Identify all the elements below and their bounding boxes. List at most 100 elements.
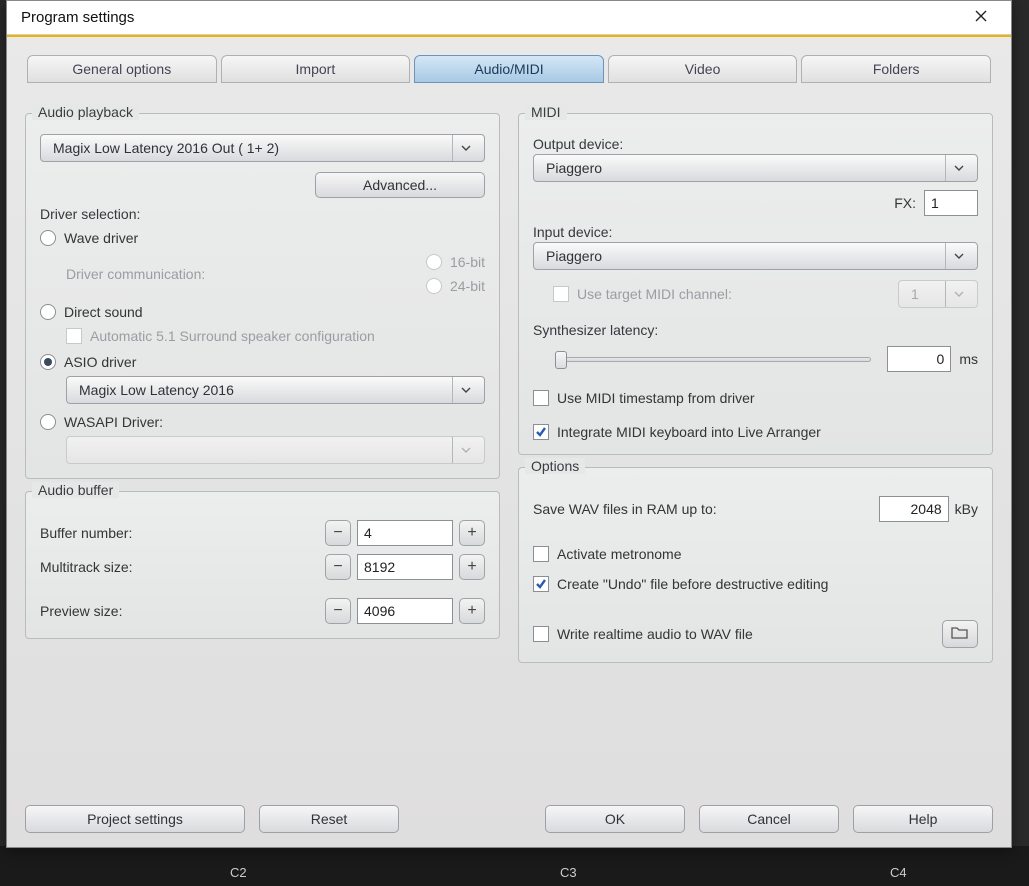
asio-device-dropdown[interactable]: Magix Low Latency 2016: [66, 376, 485, 404]
radio-24bit: [426, 278, 442, 294]
cancel-button[interactable]: Cancel: [699, 805, 839, 833]
group-audio-playback: Audio playback Magix Low Latency 2016 Ou…: [25, 113, 500, 479]
bit16-label: 16-bit: [450, 254, 485, 270]
synth-latency-slider[interactable]: [555, 352, 871, 366]
legend-audio-playback: Audio playback: [32, 104, 139, 120]
undo-file-label: Create "Undo" file before destructive ed…: [557, 576, 828, 592]
playback-output-value: Magix Low Latency 2016 Out ( 1+ 2): [53, 140, 279, 156]
legend-midi: MIDI: [525, 104, 567, 120]
group-options: Options Save WAV files in RAM up to: kBy…: [518, 467, 993, 663]
background-piano-strip: C2 C3 C4: [0, 846, 1029, 886]
tab-video[interactable]: Video: [608, 55, 798, 83]
reset-label: Reset: [311, 811, 348, 827]
preview-input[interactable]: [357, 598, 453, 624]
group-midi: MIDI Output device: Piaggero FX: Input d…: [518, 113, 993, 455]
tab-general[interactable]: General options: [27, 55, 217, 83]
note-c3: C3: [560, 865, 577, 880]
midi-output-value: Piaggero: [546, 160, 602, 176]
synth-latency-input[interactable]: [887, 346, 951, 372]
note-c2: C2: [230, 865, 247, 880]
integrate-keyboard-label: Integrate MIDI keyboard into Live Arrang…: [557, 424, 821, 440]
asio-driver-label: ASIO driver: [64, 354, 136, 370]
multitrack-label: Multitrack size:: [40, 559, 133, 575]
plus-icon: +: [467, 558, 476, 576]
auto51-label: Automatic 5.1 Surround speaker configura…: [90, 328, 375, 344]
check-undo-file[interactable]: [533, 576, 549, 592]
client-area: General options Import Audio/MIDI Video …: [7, 35, 1011, 847]
folder-icon: [951, 625, 969, 644]
minus-icon: −: [333, 524, 342, 542]
slider-thumb-icon: [555, 351, 567, 369]
multitrack-plus[interactable]: +: [459, 554, 485, 580]
bit24-label: 24-bit: [450, 278, 485, 294]
tab-bar: General options Import Audio/MIDI Video …: [7, 37, 1011, 83]
buffer-number-minus[interactable]: −: [325, 520, 351, 546]
reset-button[interactable]: Reset: [259, 805, 399, 833]
buffer-number-plus[interactable]: +: [459, 520, 485, 546]
buffer-number-label: Buffer number:: [40, 525, 132, 541]
note-c4: C4: [890, 865, 907, 880]
check-write-realtime[interactable]: [533, 626, 549, 642]
preview-minus[interactable]: −: [325, 598, 351, 624]
radio-direct-sound[interactable]: [40, 304, 56, 320]
radio-wave-driver[interactable]: [40, 230, 56, 246]
advanced-button[interactable]: Advanced...: [315, 172, 485, 198]
ok-button[interactable]: OK: [545, 805, 685, 833]
legend-options: Options: [525, 458, 585, 474]
asio-device-value: Magix Low Latency 2016: [79, 382, 234, 398]
browse-folder-button[interactable]: [942, 620, 978, 648]
tab-import-label: Import: [296, 61, 336, 77]
fx-input[interactable]: [924, 190, 978, 216]
save-wav-input[interactable]: [879, 496, 949, 522]
midi-input-dropdown[interactable]: Piaggero: [533, 242, 978, 270]
buffer-number-input[interactable]: [357, 520, 453, 546]
fx-label: FX:: [894, 195, 916, 211]
radio-wasapi-driver[interactable]: [40, 414, 56, 430]
plus-icon: +: [467, 524, 476, 542]
project-settings-button[interactable]: Project settings: [25, 805, 245, 833]
close-icon: [975, 9, 987, 27]
radio-16bit: [426, 254, 442, 270]
check-integrate-keyboard[interactable]: [533, 424, 549, 440]
preview-plus[interactable]: +: [459, 598, 485, 624]
close-button[interactable]: [961, 4, 1001, 32]
wasapi-driver-label: WASAPI Driver:: [64, 414, 163, 430]
playback-output-dropdown[interactable]: Magix Low Latency 2016 Out ( 1+ 2): [40, 134, 485, 162]
multitrack-input[interactable]: [357, 554, 453, 580]
midi-input-value: Piaggero: [546, 248, 602, 264]
radio-asio-driver[interactable]: [40, 354, 56, 370]
driver-selection-label: Driver selection:: [40, 206, 485, 222]
multitrack-minus[interactable]: −: [325, 554, 351, 580]
settings-window: Program settings General options Import …: [6, 0, 1012, 848]
right-column: MIDI Output device: Piaggero FX: Input d…: [518, 95, 993, 787]
chevron-down-icon: [945, 281, 971, 307]
driver-comm-label: Driver communication:: [66, 266, 205, 282]
check-metronome[interactable]: [533, 546, 549, 562]
midi-output-label: Output device:: [533, 136, 978, 152]
titlebar: Program settings: [7, 1, 1011, 35]
tab-audiomidi[interactable]: Audio/MIDI: [414, 55, 604, 83]
target-channel-label: Use target MIDI channel:: [577, 286, 732, 302]
plus-icon: +: [467, 602, 476, 620]
preview-label: Preview size:: [40, 603, 122, 619]
tab-folders[interactable]: Folders: [801, 55, 991, 83]
check-auto51: [66, 328, 82, 344]
group-audio-buffer: Audio buffer Buffer number: − + Multitra…: [25, 491, 500, 639]
minus-icon: −: [333, 602, 342, 620]
tab-general-label: General options: [72, 61, 171, 77]
help-button[interactable]: Help: [853, 805, 993, 833]
ok-label: OK: [605, 811, 625, 827]
chevron-down-icon: [945, 155, 971, 181]
tab-folders-label: Folders: [873, 61, 920, 77]
cancel-label: Cancel: [747, 811, 791, 827]
check-midi-timestamp[interactable]: [533, 390, 549, 406]
midi-output-dropdown[interactable]: Piaggero: [533, 154, 978, 182]
chevron-down-icon: [945, 243, 971, 269]
target-channel-dropdown: 1: [898, 280, 978, 308]
wasapi-device-dropdown: [66, 436, 485, 464]
tab-video-label: Video: [685, 61, 721, 77]
help-label: Help: [909, 811, 938, 827]
minus-icon: −: [333, 558, 342, 576]
chevron-down-icon: [452, 437, 478, 463]
tab-import[interactable]: Import: [221, 55, 411, 83]
